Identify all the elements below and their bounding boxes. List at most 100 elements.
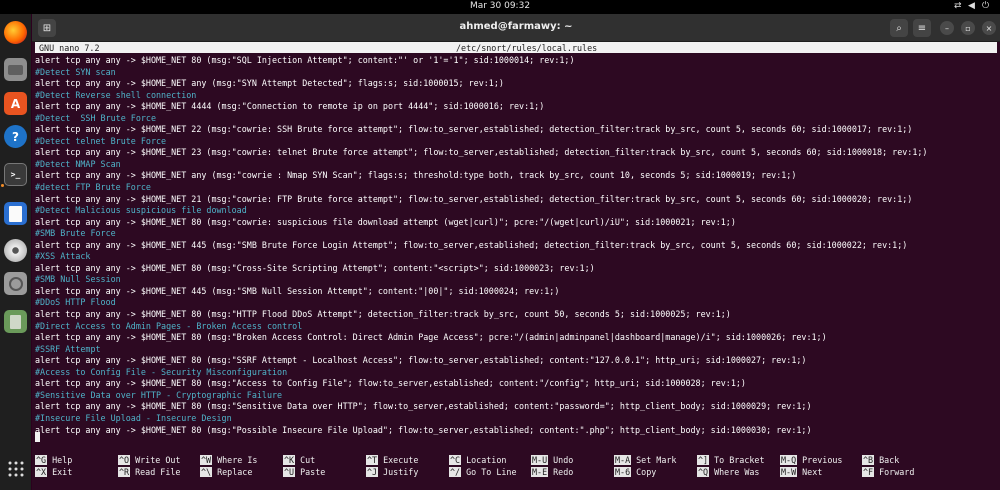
hamburger-menu-icon[interactable]: ≡ (913, 19, 931, 37)
clock[interactable]: Mar 30 09:32 (0, 1, 1000, 11)
network-icon[interactable]: ⇄ (954, 1, 962, 11)
rule-line[interactable]: alert tcp any any -> $HOME_NET any (msg:… (35, 78, 997, 90)
nano-editor[interactable]: GNU nano 7.2 /etc/snort/rules/local.rule… (32, 42, 1000, 490)
comment-line[interactable]: #Detect Reverse shell connection (35, 90, 997, 102)
comment-line[interactable]: #DDoS HTTP Flood (35, 297, 997, 309)
shortcut-exit[interactable]: ^X Exit (35, 467, 72, 478)
rule-line[interactable]: alert tcp any any -> $HOME_NET 80 (msg:"… (35, 217, 997, 229)
shortcut-label: Execute (383, 455, 419, 465)
files-icon[interactable] (4, 58, 27, 81)
shortcut-location[interactable]: ^C Location (449, 455, 506, 466)
comment-line[interactable]: #Detect Malicious suspicious file downlo… (35, 205, 997, 217)
rule-line[interactable]: alert tcp any any -> $HOME_NET 4444 (msg… (35, 101, 997, 113)
shortcut-write-out[interactable]: ^O Write Out (118, 455, 180, 466)
shortcut-key: ^O (118, 455, 131, 465)
shortcut-copy[interactable]: M-6 Copy (614, 467, 656, 478)
terminal-icon[interactable]: >_ (4, 163, 27, 186)
editor-text-area[interactable]: alert tcp any any -> $HOME_NET 80 (msg:"… (35, 55, 997, 436)
rule-line[interactable]: alert tcp any any -> $HOME_NET 22 (msg:"… (35, 124, 997, 136)
shortcut-next[interactable]: M-W Next (780, 467, 822, 478)
trash-icon[interactable] (4, 310, 27, 333)
comment-line[interactable]: #detect FTP Brute Force (35, 182, 997, 194)
app-center-glyph: A (10, 96, 21, 111)
shortcut-back[interactable]: ^B Back (862, 455, 899, 466)
shortcut-replace[interactable]: ^\ Replace (200, 467, 252, 478)
shortcut-key: ^G (35, 455, 48, 465)
shortcut-where-is[interactable]: ^W Where Is (200, 455, 257, 466)
shortcut-where-was[interactable]: ^Q Where Was (697, 467, 759, 478)
shortcut-key: ^K (283, 455, 296, 465)
shortcut-previous[interactable]: M-Q Previous (780, 455, 842, 466)
comment-line[interactable]: #Detect SYN scan (35, 67, 997, 79)
shortcut-paste[interactable]: ^U Paste (283, 467, 325, 478)
comment-line[interactable]: #SMB Null Session (35, 274, 997, 286)
comment-line[interactable]: #Detect telnet Brute Force (35, 136, 997, 148)
comment-line[interactable]: #Detect SSH Brute Force (35, 113, 997, 125)
shortcut-key: M-A (614, 455, 632, 465)
rule-line[interactable]: alert tcp any any -> $HOME_NET 80 (msg:"… (35, 378, 997, 390)
shortcut-justify[interactable]: ^J Justify (366, 467, 418, 478)
terminal-window: ⊞ ahmed@farmawy: ~ ⌕ ≡ – ▫ × GNU nano 7.… (32, 14, 1000, 490)
shortcut-cut[interactable]: ^K Cut (283, 455, 315, 466)
shortcut-key: M-U (531, 455, 549, 465)
rule-line[interactable]: alert tcp any any -> $HOME_NET 80 (msg:"… (35, 309, 997, 321)
shortcut-redo[interactable]: M-E Redo (531, 467, 573, 478)
shortcut-read-file[interactable]: ^R Read File (118, 467, 180, 478)
rule-line[interactable]: alert tcp any any -> $HOME_NET 445 (msg:… (35, 286, 997, 298)
shortcut-to-bracket[interactable]: ^] To Bracket (697, 455, 765, 466)
shortcut-undo[interactable]: M-U Undo (531, 455, 573, 466)
power-icon[interactable]: ⏻ (982, 1, 989, 11)
disks-icon[interactable] (4, 272, 27, 295)
volume-icon[interactable]: ◀ (968, 1, 975, 11)
shortcut-label: Go To Line (466, 467, 517, 477)
comment-line[interactable]: #Access to Config File - Security Miscon… (35, 367, 997, 379)
close-icon[interactable]: × (982, 21, 996, 35)
shortcut-forward[interactable]: ^F Forward (862, 467, 914, 478)
shortcut-key: M-W (780, 467, 798, 477)
firefox-icon[interactable] (4, 21, 27, 44)
rule-line[interactable]: alert tcp any any -> $HOME_NET 80 (msg:"… (35, 401, 997, 413)
shortcut-key: ^/ (449, 467, 462, 477)
shortcut-execute[interactable]: ^T Execute (366, 455, 418, 466)
rule-line[interactable]: alert tcp any any -> $HOME_NET 80 (msg:"… (35, 425, 997, 437)
rule-line[interactable]: alert tcp any any -> $HOME_NET any (msg:… (35, 170, 997, 182)
app-center-icon[interactable]: A (4, 92, 27, 115)
rule-line[interactable]: alert tcp any any -> $HOME_NET 80 (msg:"… (35, 332, 997, 344)
shortcut-set-mark[interactable]: M-A Set Mark (614, 455, 676, 466)
search-icon[interactable]: ⌕ (890, 19, 908, 37)
rule-line[interactable]: alert tcp any any -> $HOME_NET 23 (msg:"… (35, 147, 997, 159)
comment-line[interactable]: #XSS Attack (35, 251, 997, 263)
shortcut-key: ^U (283, 467, 296, 477)
disc-icon[interactable] (4, 239, 27, 262)
shortcut-label: Set Mark (636, 455, 677, 465)
shortcut-go-to-line[interactable]: ^/ Go To Line (449, 467, 517, 478)
shortcut-label: Write Out (135, 455, 181, 465)
folder-shape (8, 64, 23, 75)
shortcut-label: Next (802, 467, 823, 477)
disk-shape (8, 276, 23, 291)
shortcut-label: Redo (553, 467, 574, 477)
rule-line[interactable]: alert tcp any any -> $HOME_NET 21 (msg:"… (35, 194, 997, 206)
comment-line[interactable]: #Sensitive Data over HTTP - Cryptographi… (35, 390, 997, 402)
minimize-icon[interactable]: – (940, 21, 954, 35)
help-icon[interactable]: ? (4, 125, 27, 148)
rule-line[interactable]: alert tcp any any -> $HOME_NET 80 (msg:"… (35, 55, 997, 67)
shortcut-label: Help (52, 455, 73, 465)
comment-line[interactable]: #Insecure File Upload - Insecure Design (35, 413, 997, 425)
shortcut-key: ^B (862, 455, 875, 465)
comment-line[interactable]: #Direct Access to Admin Pages - Broken A… (35, 321, 997, 333)
shortcut-key: ^R (118, 467, 131, 477)
rule-line[interactable]: alert tcp any any -> $HOME_NET 445 (msg:… (35, 240, 997, 252)
active-app-indicator (1, 184, 4, 187)
rule-line[interactable]: alert tcp any any -> $HOME_NET 80 (msg:"… (35, 263, 997, 275)
restore-icon[interactable]: ▫ (961, 21, 975, 35)
comment-line[interactable]: #Detect NMAP Scan (35, 159, 997, 171)
comment-line[interactable]: #SMB Brute Force (35, 228, 997, 240)
terminal-headerbar[interactable]: ⊞ ahmed@farmawy: ~ ⌕ ≡ – ▫ × (32, 14, 1000, 42)
rule-line[interactable]: alert tcp any any -> $HOME_NET 80 (msg:"… (35, 355, 997, 367)
shortcut-label: Cut (300, 455, 316, 465)
apps-grid-icon[interactable] (4, 457, 27, 480)
comment-line[interactable]: #SSRF Attempt (35, 344, 997, 356)
text-editor-icon[interactable] (4, 202, 27, 225)
shortcut-help[interactable]: ^G Help (35, 455, 72, 466)
